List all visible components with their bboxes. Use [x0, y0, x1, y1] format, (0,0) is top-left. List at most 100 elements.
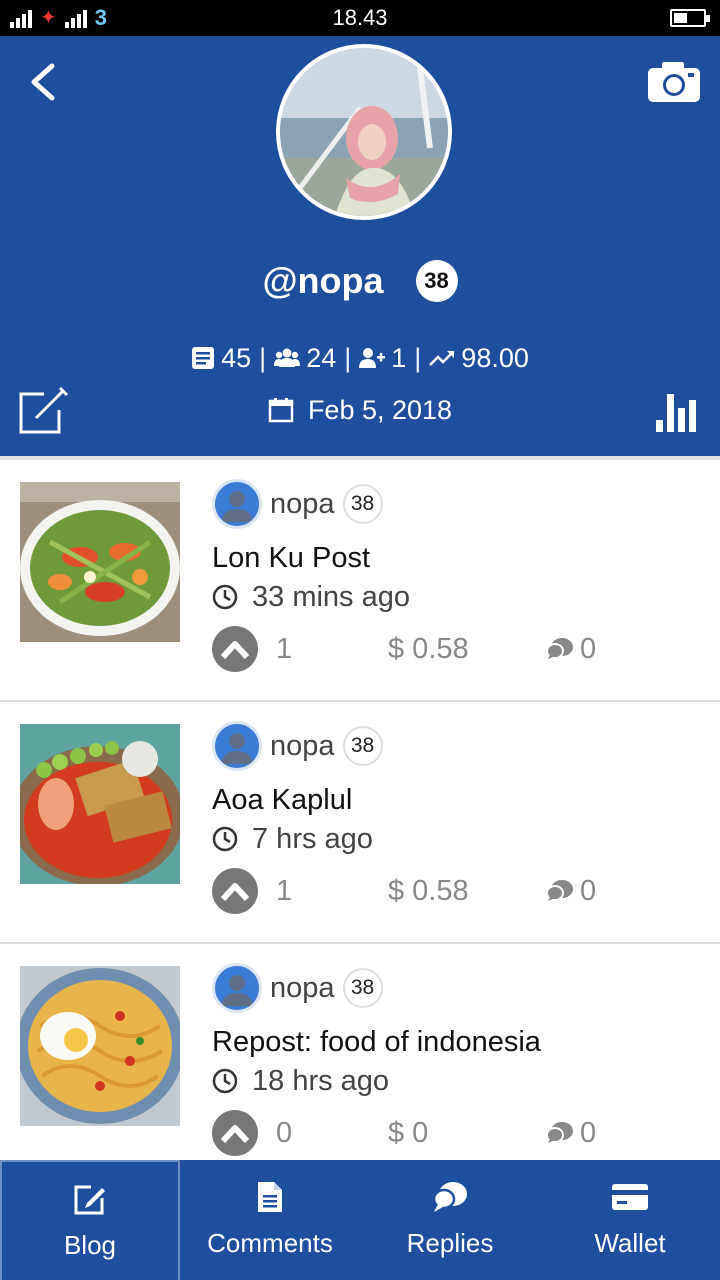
profile-avatar[interactable] — [276, 44, 452, 220]
clock-icon — [212, 1068, 238, 1094]
post-payout: $ 0 — [388, 1116, 429, 1149]
food-image — [20, 482, 180, 642]
upvote-button[interactable] — [212, 626, 258, 672]
post-thumbnail[interactable] — [20, 482, 180, 642]
author-reputation-badge: 38 — [342, 484, 383, 524]
stats-separator: | — [344, 342, 352, 373]
post-thumbnail[interactable] — [20, 724, 180, 884]
chevron-up-icon — [220, 1125, 250, 1144]
upvote-button[interactable] — [212, 1110, 258, 1156]
clock-icon — [212, 826, 238, 852]
chevron-left-icon — [31, 63, 55, 101]
user-placeholder-icon — [221, 491, 253, 522]
camera-button[interactable] — [646, 58, 702, 104]
back-button[interactable] — [22, 60, 66, 104]
post-title[interactable]: Lon Ku Post — [212, 540, 702, 576]
chevron-up-icon — [220, 883, 250, 902]
upvote-button[interactable] — [212, 868, 258, 914]
following-stat[interactable]: 1 — [359, 343, 406, 374]
power-stat: 98.00 — [429, 343, 529, 374]
vote-count: 1 — [276, 632, 293, 665]
profile-photo — [280, 48, 448, 216]
post-title[interactable]: Repost: food of indonesia — [212, 1024, 702, 1060]
tab-label: Wallet — [594, 1228, 666, 1258]
post-body: nopa 38 Repost: food of indonesia 18 hrs… — [212, 962, 702, 1158]
tab-comments[interactable]: Comments — [180, 1160, 360, 1280]
clock-icon — [212, 584, 238, 610]
post-payout: $ 0.58 — [388, 632, 469, 665]
comment-count-button[interactable]: 0 — [546, 1117, 596, 1150]
followers-count: 24 — [306, 342, 337, 373]
bottom-tab-bar: Blog Comments Replies Wallet — [0, 1160, 720, 1280]
tab-label: Replies — [406, 1228, 494, 1258]
chevron-up-icon — [220, 641, 250, 660]
post-metrics: 0 $ 0 0 — [212, 1108, 702, 1158]
followers-stat[interactable]: 24 — [274, 343, 336, 374]
post-thumbnail[interactable] — [20, 966, 180, 1126]
calendar-icon — [268, 398, 294, 423]
vote-count: 1 — [276, 874, 293, 907]
document-icon — [250, 1178, 290, 1216]
user-placeholder-icon — [221, 975, 253, 1006]
post-time-row: 7 hrs ago — [212, 820, 702, 858]
author-avatar[interactable] — [212, 963, 262, 1013]
edit-icon — [70, 1180, 110, 1218]
post-time-row: 33 mins ago — [212, 578, 702, 616]
post-time: 7 hrs ago — [252, 822, 373, 855]
food-image — [20, 966, 180, 1126]
posts-stat: 45 — [191, 343, 251, 374]
profile-header: @nopa 38 45 | 24 | 1 | 98.00 Feb 5, 2018 — [0, 36, 720, 456]
post-body: nopa 38 Aoa Kaplul 7 hrs ago 1 $ 0.58 0 — [212, 720, 702, 916]
post-payout: $ 0.58 — [388, 874, 469, 907]
comment-icon — [546, 880, 573, 901]
post-body: nopa 38 Lon Ku Post 33 mins ago 1 $ 0.58 — [212, 478, 702, 674]
stats-separator: | — [259, 342, 267, 373]
reputation-badge: 38 — [415, 260, 458, 302]
chart-button[interactable] — [654, 390, 702, 434]
user-plus-icon — [359, 348, 386, 368]
post-item[interactable]: nopa 38 Aoa Kaplul 7 hrs ago 1 $ 0.58 0 — [0, 702, 720, 944]
tab-blog[interactable]: Blog — [0, 1160, 180, 1280]
post-title[interactable]: Aoa Kaplul — [212, 782, 702, 818]
post-feed[interactable]: nopa 38 Lon Ku Post 33 mins ago 1 $ 0.58 — [0, 456, 720, 1160]
food-image — [20, 724, 180, 884]
post-author-row: nopa 38 — [212, 720, 702, 772]
post-item[interactable]: nopa 38 Repost: food of indonesia 18 hrs… — [0, 944, 720, 1160]
author-reputation-badge: 38 — [342, 968, 383, 1008]
profile-stats: 45 | 24 | 1 | 98.00 — [0, 338, 720, 378]
comment-icon — [546, 1122, 573, 1143]
author-name[interactable]: nopa — [270, 972, 335, 1005]
battery-icon — [670, 9, 710, 27]
joined-date-row: Feb 5, 2018 — [0, 390, 720, 430]
post-metrics: 1 $ 0.58 0 — [212, 624, 702, 674]
author-reputation-badge: 38 — [342, 726, 383, 766]
comment-count-button[interactable]: 0 — [546, 875, 596, 908]
author-avatar[interactable] — [212, 721, 262, 771]
tab-replies[interactable]: Replies — [360, 1160, 540, 1280]
post-item[interactable]: nopa 38 Lon Ku Post 33 mins ago 1 $ 0.58 — [0, 460, 720, 702]
username-row: @nopa 38 — [0, 256, 720, 306]
author-name[interactable]: nopa — [270, 730, 335, 763]
post-author-row: nopa 38 — [212, 478, 702, 530]
comment-count: 0 — [580, 632, 597, 665]
credit-card-icon — [610, 1178, 650, 1216]
author-name[interactable]: nopa — [270, 488, 335, 521]
post-time-row: 18 hrs ago — [212, 1062, 702, 1100]
comment-icon — [546, 638, 573, 659]
tab-wallet[interactable]: Wallet — [540, 1160, 720, 1280]
posts-count: 45 — [221, 342, 252, 373]
tab-label: Comments — [207, 1228, 333, 1258]
post-metrics: 1 $ 0.58 0 — [212, 866, 702, 916]
post-time: 33 mins ago — [252, 580, 410, 613]
comment-count: 0 — [580, 874, 597, 907]
comment-count-button[interactable]: 0 — [546, 633, 596, 666]
joined-date: Feb 5, 2018 — [307, 394, 453, 425]
comment-icon — [430, 1178, 470, 1216]
power-value: 98.00 — [461, 342, 529, 373]
camera-icon — [648, 62, 700, 102]
vote-count: 0 — [276, 1116, 293, 1149]
author-avatar[interactable] — [212, 479, 262, 529]
tab-label: Blog — [63, 1230, 117, 1260]
post-author-row: nopa 38 — [212, 962, 702, 1014]
battery-level — [674, 13, 687, 23]
